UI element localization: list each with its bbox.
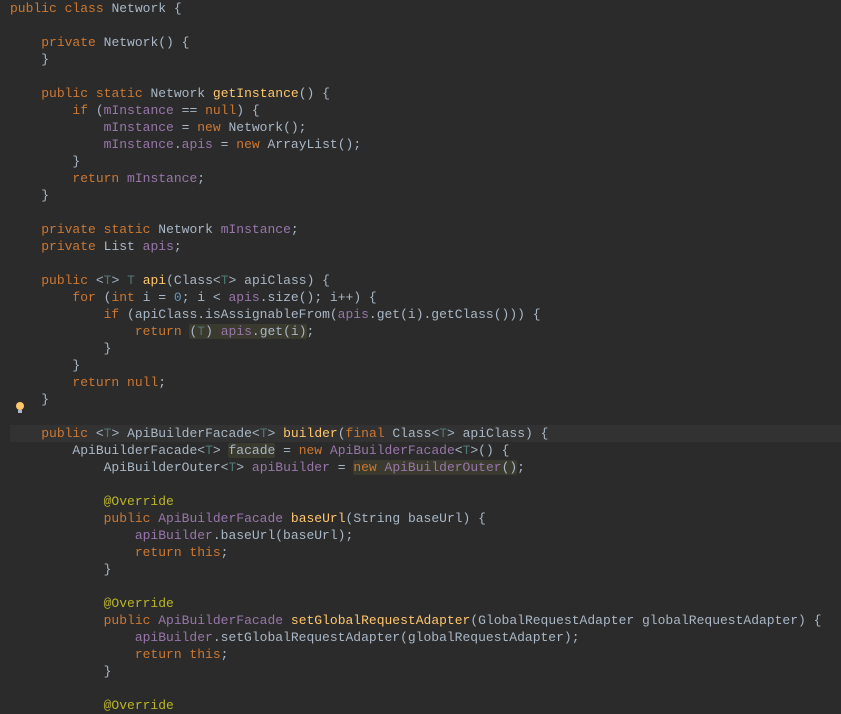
code-line[interactable]: @Override [10,697,841,714]
code-line[interactable]: @Override [10,493,841,510]
code-line[interactable] [10,578,841,595]
code-line[interactable]: apiBuilder.setGlobalRequestAdapter(globa… [10,629,841,646]
code-line[interactable]: public <T> ApiBuilderFacade<T> builder(f… [10,425,841,442]
code-line[interactable] [10,17,841,34]
code-editor[interactable]: public class Network { private Network()… [0,0,841,714]
code-line[interactable]: } [10,153,841,170]
code-line[interactable]: } [10,357,841,374]
code-line[interactable]: } [10,187,841,204]
code-line[interactable] [10,476,841,493]
code-line[interactable]: @Override [10,595,841,612]
code-line[interactable]: ApiBuilderFacade<T> facade = new ApiBuil… [10,442,841,459]
code-line[interactable]: return this; [10,544,841,561]
code-line[interactable]: if (mInstance == null) { [10,102,841,119]
code-line[interactable]: } [10,663,841,680]
code-line[interactable]: private List apis; [10,238,841,255]
code-line[interactable] [10,204,841,221]
code-line[interactable]: return null; [10,374,841,391]
code-line[interactable]: return (T) apis.get(i); [10,323,841,340]
code-line[interactable]: } [10,51,841,68]
code-line[interactable]: ApiBuilderOuter<T> apiBuilder = new ApiB… [10,459,841,476]
intention-bulb-icon[interactable] [13,401,27,415]
code-line[interactable] [10,680,841,697]
code-line[interactable]: } [10,561,841,578]
code-line[interactable]: private static Network mInstance; [10,221,841,238]
code-line[interactable]: public ApiBuilderFacade baseUrl(String b… [10,510,841,527]
code-line[interactable]: public static Network getInstance() { [10,85,841,102]
code-line[interactable]: public ApiBuilderFacade setGlobalRequest… [10,612,841,629]
code-line[interactable]: } [10,391,841,408]
editor-gutter[interactable] [0,0,10,704]
code-line[interactable]: public class Network { [10,0,841,17]
code-line[interactable]: } [10,340,841,357]
code-line[interactable]: return mInstance; [10,170,841,187]
code-line[interactable]: apiBuilder.baseUrl(baseUrl); [10,527,841,544]
code-line[interactable]: mInstance.apis = new ArrayList(); [10,136,841,153]
code-line[interactable]: public <T> T api(Class<T> apiClass) { [10,272,841,289]
code-line[interactable]: for (int i = 0; i < apis.size(); i++) { [10,289,841,306]
code-line[interactable]: mInstance = new Network(); [10,119,841,136]
code-line[interactable]: return this; [10,646,841,663]
code-line[interactable] [10,255,841,272]
code-line[interactable]: if (apiClass.isAssignableFrom(apis.get(i… [10,306,841,323]
code-line[interactable] [10,408,841,425]
code-line[interactable] [10,68,841,85]
code-line[interactable]: private Network() { [10,34,841,51]
